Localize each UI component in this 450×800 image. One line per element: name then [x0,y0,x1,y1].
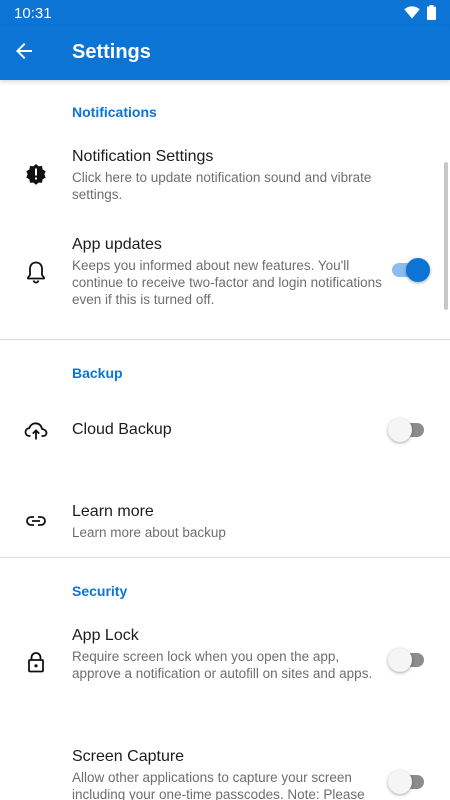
app-updates-toggle[interactable] [388,258,430,282]
app-bar: Settings [0,26,450,80]
scrollbar[interactable] [444,162,448,310]
setting-app-updates[interactable]: App updates Keeps you informed about new… [0,230,450,320]
bell-icon [24,260,48,284]
setting-description: Allow other applications to capture your… [72,770,365,800]
settings-list[interactable]: Notifications Notification Settings Clic… [0,80,450,800]
setting-title: Cloud Backup [72,421,172,438]
app-lock-toggle[interactable] [388,648,428,672]
wifi-icon [404,6,420,24]
toggle-thumb [388,418,412,442]
section-header-backup: Backup [72,365,123,381]
link-icon [24,509,48,533]
status-bar: 10:31 [0,0,450,26]
setting-learn-more[interactable]: Learn more Learn more about backup [0,497,450,547]
notification-badge-icon [24,162,48,186]
setting-description: Keeps you informed about new features. Y… [72,258,382,307]
setting-description: Click here to update notification sound … [72,170,372,202]
setting-title: Learn more [72,503,154,520]
section-header-security: Security [72,583,128,599]
lock-icon [24,650,48,674]
status-time: 10:31 [14,5,52,22]
setting-title: Screen Capture [72,748,185,765]
battery-icon [427,5,436,25]
cloud-upload-icon [24,419,48,443]
setting-app-lock[interactable]: App Lock Require screen lock when you op… [0,625,450,705]
setting-description: Require screen lock when you open the ap… [72,649,373,681]
setting-notification-settings[interactable]: Notification Settings Click here to upda… [0,138,450,208]
toggle-thumb [388,648,412,672]
status-icons [404,5,436,25]
section-divider [0,339,450,340]
arrow-back-icon [14,41,34,66]
back-button[interactable] [10,39,38,67]
setting-title: Notification Settings [72,148,214,165]
setting-title: App updates [72,236,162,253]
cloud-backup-toggle[interactable] [388,418,428,442]
setting-cloud-backup[interactable]: Cloud Backup [0,405,450,457]
section-header-notifications: Notifications [72,104,157,120]
toggle-thumb [406,258,430,282]
toggle-thumb [388,770,412,794]
setting-screen-capture[interactable]: Screen Capture Allow other applications … [0,746,450,800]
page-title: Settings [72,41,151,63]
screen-capture-toggle[interactable] [388,770,428,794]
setting-title: App Lock [72,627,139,644]
section-divider [0,557,450,558]
setting-description: Learn more about backup [72,525,226,540]
